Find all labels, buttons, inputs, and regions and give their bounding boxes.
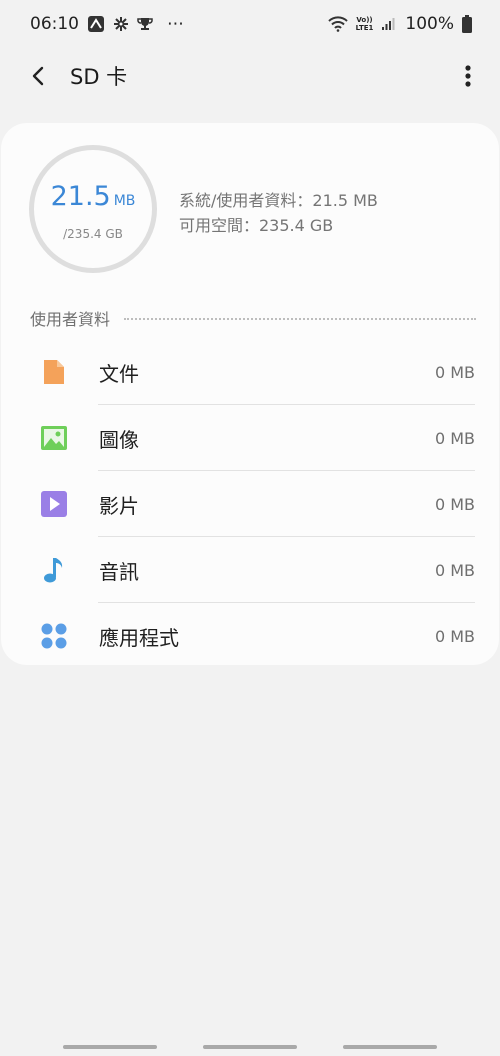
status-bar: 06:10 ⋯ Vo)) LTE1 100% [0, 0, 500, 48]
list-item-apps[interactable]: 應用程式 0 MB [1, 603, 499, 669]
total-storage: /235.4 GB [63, 227, 123, 241]
battery-icon [462, 15, 472, 33]
more-options-button[interactable] [452, 60, 484, 92]
used-storage-number: 21.5 [50, 181, 111, 212]
dotted-divider [124, 318, 476, 320]
page-title: SD 卡 [70, 65, 128, 89]
used-storage-value: 21.5 MB [29, 181, 157, 212]
list-item-size: 0 MB [434, 560, 475, 580]
back-button[interactable] [22, 60, 54, 92]
app-bar: SD 卡 [0, 48, 500, 104]
list-item-documents[interactable]: 文件 0 MB [1, 339, 499, 405]
nav-gesture-hint-right[interactable] [343, 1045, 437, 1049]
back-arrow-icon [32, 66, 44, 86]
document-icon [41, 359, 67, 385]
list-item-label: 影片 [99, 493, 139, 518]
list-item-label: 音訊 [99, 559, 139, 584]
more-notifications-icon: ⋯ [167, 14, 184, 34]
used-storage-unit: MB [113, 193, 136, 209]
user-data-list: 文件 0 MB 圖像 0 MB 影片 0 MB 音訊 0 MB 應用程式 0 M… [1, 339, 499, 669]
list-item-size: 0 MB [434, 494, 475, 514]
more-vertical-icon [465, 65, 471, 87]
video-icon [41, 491, 67, 517]
volte-label: Vo)) [356, 16, 373, 24]
storage-summary: 21.5 MB /235.4 GB 系統/使用者資料：21.5 MB 可用空間：2… [29, 145, 489, 275]
list-item-videos[interactable]: 影片 0 MB [1, 471, 499, 537]
lte-label: LTE1 [355, 24, 374, 32]
status-left: 06:10 ⋯ [30, 14, 184, 34]
nav-gesture-hint-center[interactable] [203, 1045, 297, 1049]
list-item-label: 應用程式 [99, 625, 179, 650]
available-space-line: 可用空間：235.4 GB [179, 216, 334, 235]
wifi-icon [327, 16, 348, 32]
trophy-icon [137, 16, 153, 32]
nav-gesture-hint-left[interactable] [63, 1045, 157, 1049]
list-item-size: 0 MB [434, 626, 475, 646]
list-item-label: 文件 [99, 361, 139, 386]
list-item-size: 0 MB [434, 428, 475, 448]
battery-percent: 100% [405, 14, 454, 34]
apps-icon [41, 623, 67, 649]
system-user-data-line: 系統/使用者資料：21.5 MB [179, 191, 378, 210]
list-item-images[interactable]: 圖像 0 MB [1, 405, 499, 471]
image-icon [41, 425, 67, 451]
settings-gear-icon [113, 16, 129, 32]
list-item-audio[interactable]: 音訊 0 MB [1, 537, 499, 603]
status-time: 06:10 [30, 14, 79, 34]
storage-card: 21.5 MB /235.4 GB 系統/使用者資料：21.5 MB 可用空間：2… [1, 123, 499, 665]
list-item-label: 圖像 [99, 427, 139, 452]
user-data-section-header: 使用者資料 [30, 307, 476, 329]
storage-details: 系統/使用者資料：21.5 MB 可用空間：235.4 GB [179, 188, 378, 238]
status-right: Vo)) LTE1 100% [327, 14, 472, 34]
music-note-icon [41, 557, 67, 583]
list-item-size: 0 MB [434, 362, 475, 382]
section-title: 使用者資料 [30, 310, 111, 329]
volte-lte-icon: Vo)) LTE1 [356, 16, 374, 32]
signal-strength-icon [381, 17, 395, 31]
navigation-app-icon [87, 15, 105, 33]
